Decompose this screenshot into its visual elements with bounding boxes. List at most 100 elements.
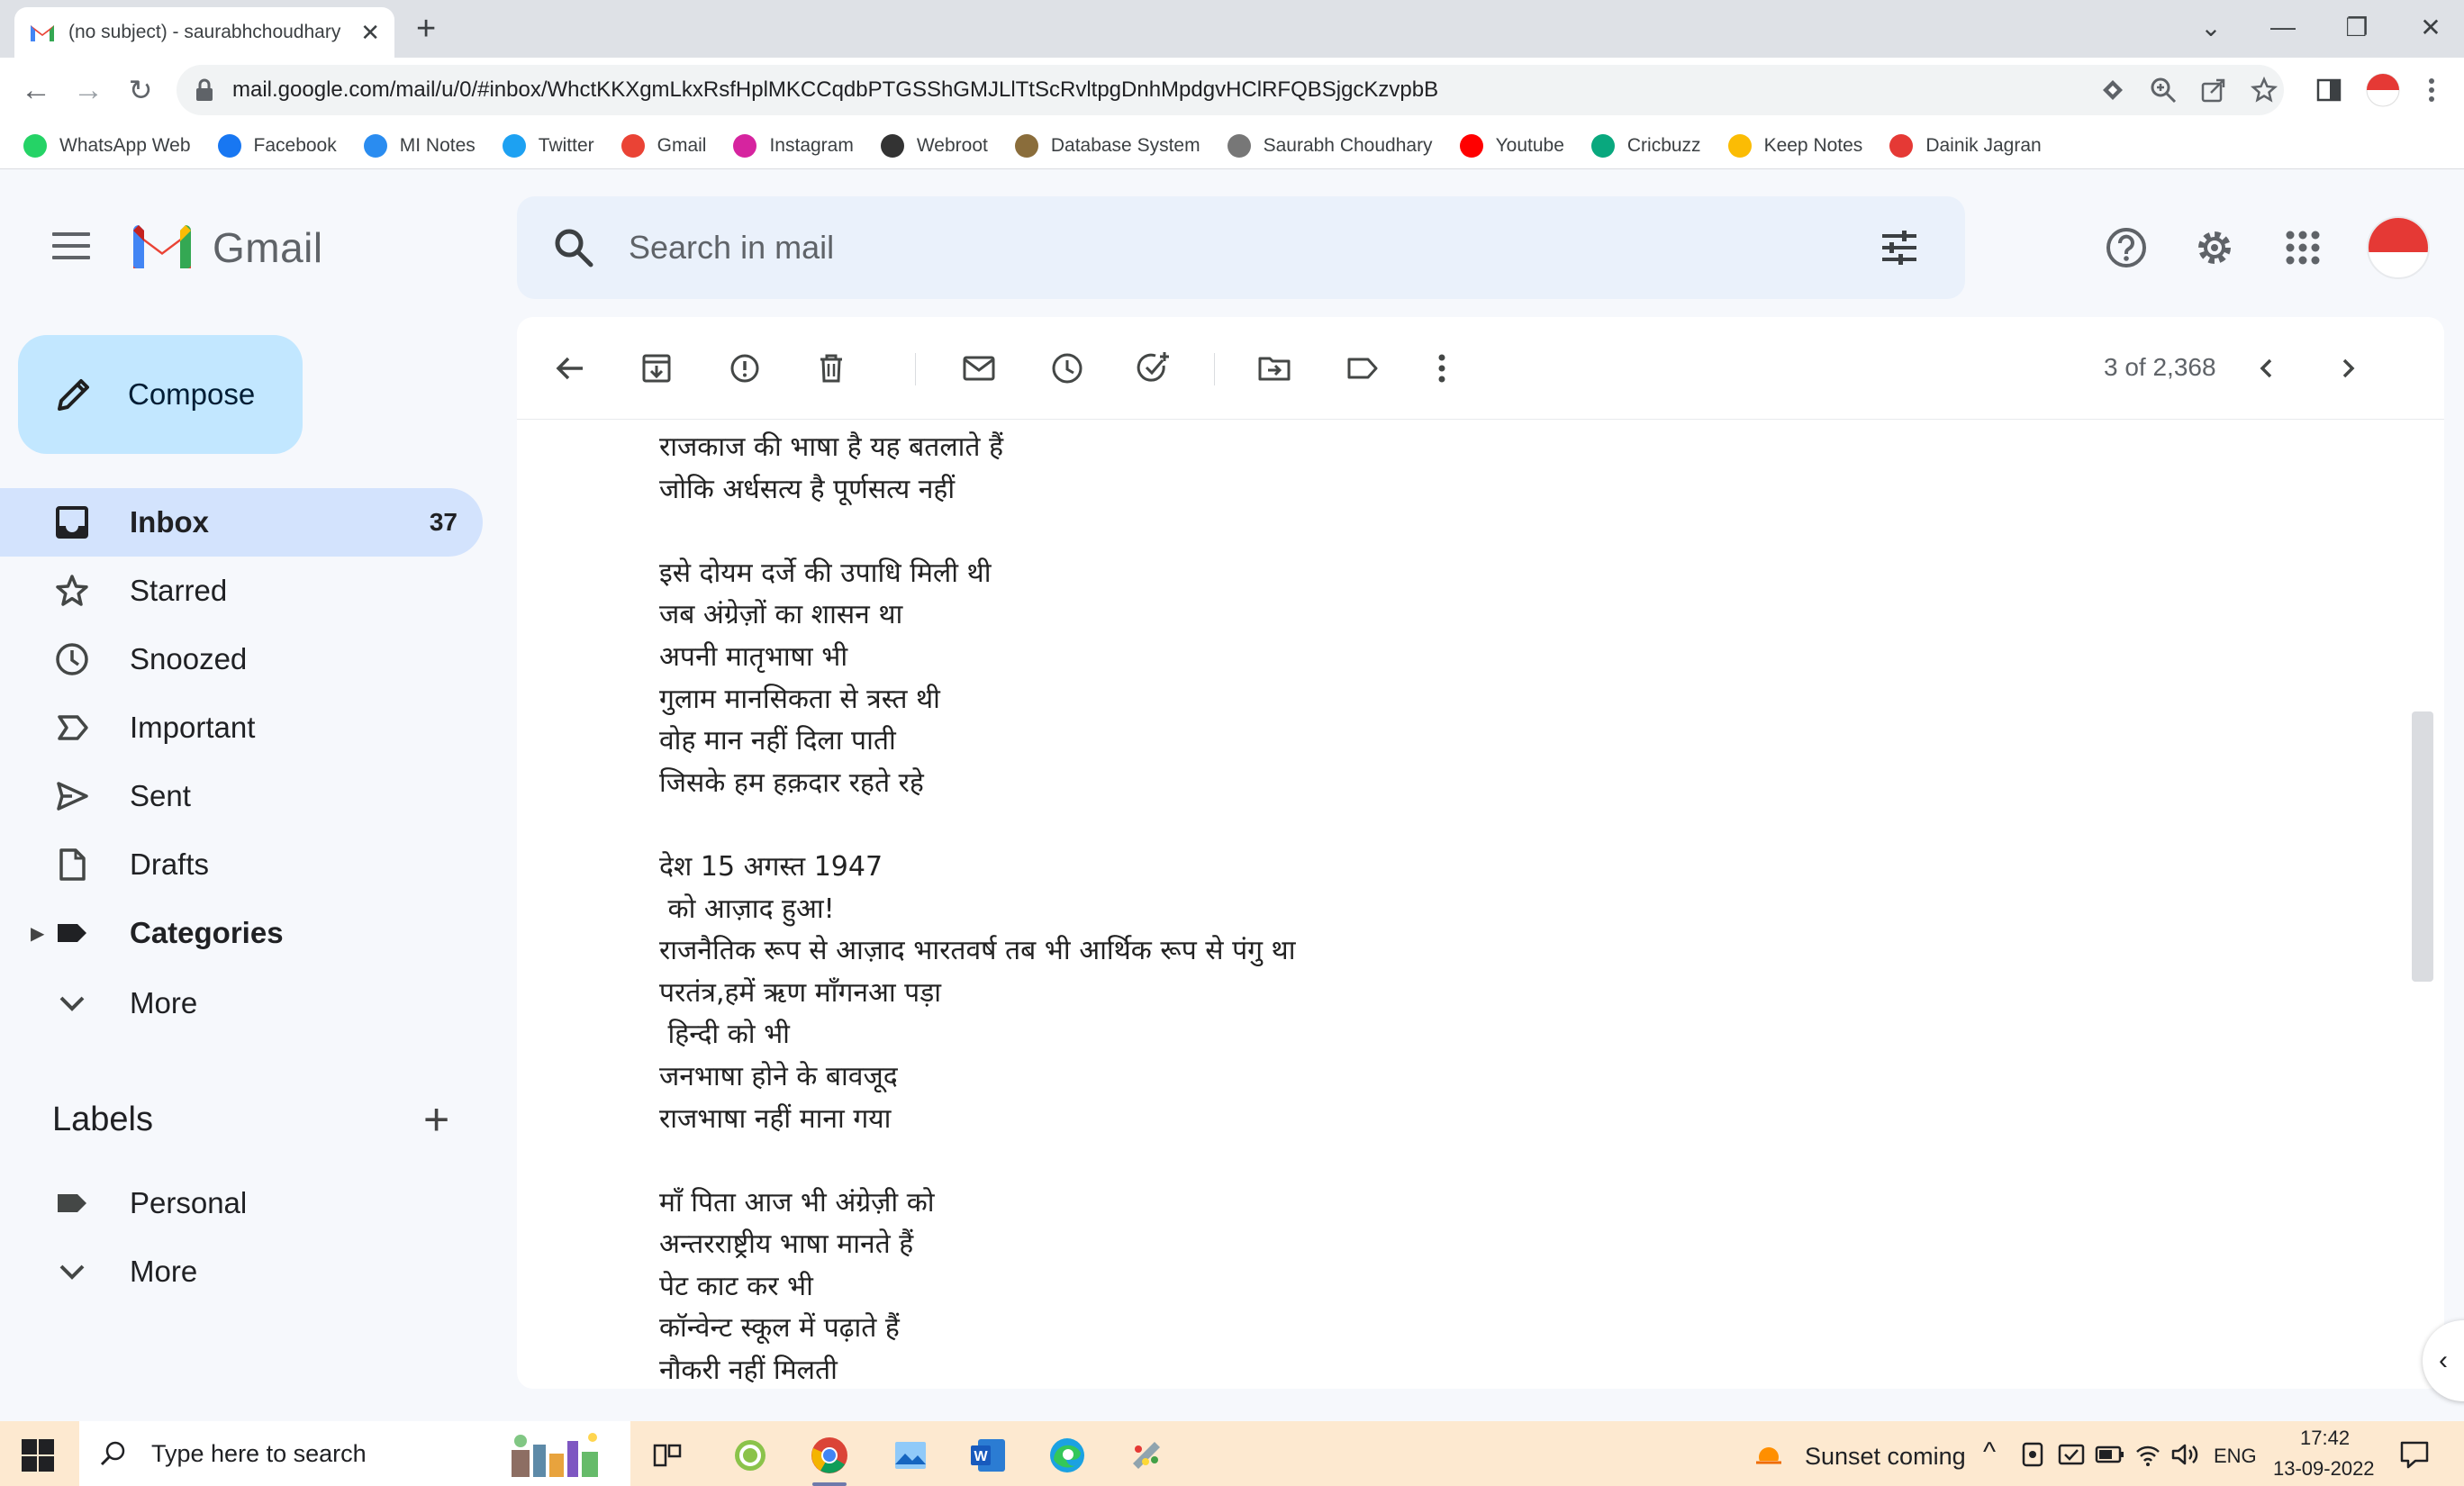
- archive-icon[interactable]: [636, 348, 677, 389]
- snooze-icon[interactable]: [1046, 348, 1088, 389]
- move-to-icon[interactable]: [1254, 348, 1295, 389]
- star-icon: [52, 571, 92, 611]
- report-spam-icon[interactable]: [724, 348, 765, 389]
- message-panel: 3 of 2,368 राजकाज की भाषा है यह बतलाते ह…: [517, 317, 2444, 1389]
- search-icon[interactable]: [551, 225, 596, 270]
- sidebar-item-label: Categories: [130, 916, 284, 949]
- help-icon[interactable]: [2102, 223, 2151, 272]
- labels-heading: Labels: [52, 1101, 153, 1138]
- sidebar-item-inbox[interactable]: Inbox 37: [0, 488, 483, 557]
- notifications-icon[interactable]: [2399, 1439, 2430, 1470]
- app-green-icon[interactable]: [717, 1430, 784, 1481]
- search-options-icon[interactable]: [1879, 227, 1920, 268]
- task-view-icon[interactable]: [634, 1430, 701, 1481]
- wifi-icon[interactable]: [2134, 1441, 2161, 1468]
- account-avatar[interactable]: [2367, 216, 2430, 279]
- volume-icon[interactable]: [2170, 1441, 2199, 1468]
- message-line: परतंत्र,हमें ऋण माँगनआ पड़ा: [659, 976, 942, 1009]
- bookmark-item[interactable]: Webroot: [880, 133, 988, 158]
- browser-menu-icon[interactable]: [2417, 76, 2446, 104]
- new-tab-button[interactable]: +: [416, 11, 436, 47]
- sunset-weather-icon[interactable]: [1753, 1437, 1785, 1470]
- search-bar[interactable]: Search in mail: [517, 196, 1965, 299]
- sidebar-item-more[interactable]: More: [0, 969, 483, 1037]
- bookmark-item[interactable]: Cricbuzz: [1590, 133, 1701, 158]
- zoom-icon[interactable]: [2149, 76, 2178, 104]
- whatsapp-icon: [23, 133, 47, 158]
- browser-tab[interactable]: (no subject) - saurabhchoudhary ✕: [14, 7, 394, 58]
- bookmark-item[interactable]: Facebook: [217, 133, 337, 158]
- scrollbar-thumb[interactable]: [2412, 711, 2433, 982]
- sidebar-item-important[interactable]: Important: [0, 693, 483, 762]
- profile-avatar-small[interactable]: [2365, 73, 2401, 107]
- tray-chevron-up-icon[interactable]: ^: [1983, 1437, 1996, 1468]
- compose-button[interactable]: Compose: [18, 335, 303, 454]
- sidebar-item-snoozed[interactable]: Snoozed: [0, 625, 483, 693]
- security-icon[interactable]: [2057, 1441, 2086, 1468]
- sidebar-label-personal[interactable]: Personal: [0, 1169, 483, 1237]
- side-panel-icon[interactable]: [2315, 76, 2343, 104]
- search-input[interactable]: Search in mail: [629, 229, 834, 267]
- sidebar-item-drafts[interactable]: Drafts: [0, 830, 483, 899]
- back-arrow-icon[interactable]: ←: [16, 70, 56, 110]
- bookmark-item[interactable]: WhatsApp Web: [23, 133, 191, 158]
- bookmark-item[interactable]: MI Notes: [363, 133, 476, 158]
- expand-caret-icon[interactable]: ▶: [31, 922, 44, 945]
- message-toolbar: 3 of 2,368: [517, 317, 2444, 420]
- delete-icon[interactable]: [811, 348, 852, 389]
- battery-icon[interactable]: [2095, 1443, 2125, 1466]
- add-label-button[interactable]: +: [423, 1097, 449, 1142]
- edge-taskbar-icon[interactable]: [1034, 1430, 1101, 1481]
- bookmark-item[interactable]: Twitter: [502, 133, 594, 158]
- apps-grid-icon[interactable]: [2278, 223, 2327, 272]
- language-indicator[interactable]: ENG: [2214, 1445, 2257, 1468]
- sidebar-item-starred[interactable]: Starred: [0, 557, 483, 625]
- close-window-button[interactable]: ✕: [2390, 0, 2464, 54]
- tab-search-icon[interactable]: ⌄: [2170, 0, 2251, 54]
- word-taskbar-icon[interactable]: W: [955, 1430, 1021, 1481]
- weather-text[interactable]: Sunset coming: [1805, 1443, 1966, 1471]
- restore-button[interactable]: ❐: [2316, 0, 2397, 54]
- bookmark-star-icon[interactable]: [2250, 76, 2278, 104]
- chrome-taskbar-icon[interactable]: [796, 1430, 863, 1486]
- paint-taskbar-icon[interactable]: [1113, 1430, 1180, 1481]
- mark-unread-icon[interactable]: [958, 348, 1000, 389]
- onedrive-icon[interactable]: [2019, 1441, 2046, 1468]
- extension-diamond-icon[interactable]: [2098, 76, 2127, 104]
- forward-arrow-icon[interactable]: →: [68, 70, 108, 110]
- older-chevron-right-icon[interactable]: [2327, 348, 2369, 389]
- newer-chevron-left-icon[interactable]: [2246, 348, 2287, 389]
- back-to-inbox-icon[interactable]: [549, 348, 591, 389]
- bookmark-item[interactable]: Gmail: [621, 133, 706, 158]
- reload-icon[interactable]: ↻: [121, 70, 160, 110]
- instagram-icon: [733, 133, 757, 158]
- sidebar-item-sent[interactable]: Sent: [0, 762, 483, 830]
- bookmark-item[interactable]: Database System: [1014, 133, 1200, 158]
- share-icon[interactable]: [2199, 76, 2228, 104]
- more-options-icon[interactable]: [1421, 348, 1463, 389]
- bookmark-item[interactable]: Instagram: [733, 133, 854, 158]
- lock-icon: [196, 78, 213, 101]
- label-as-icon[interactable]: [1342, 348, 1383, 389]
- settings-gear-icon[interactable]: [2190, 223, 2239, 272]
- clock-time[interactable]: 17:42: [2300, 1427, 2350, 1450]
- bookmark-item[interactable]: Saurabh Choudhary: [1227, 133, 1433, 158]
- taskbar-search-input[interactable]: Type here to search: [151, 1440, 367, 1468]
- bookmark-item[interactable]: Keep Notes: [1727, 133, 1862, 158]
- tab-close-icon[interactable]: ✕: [360, 19, 380, 47]
- minimize-button[interactable]: —: [2242, 0, 2324, 54]
- gmail-wordmark: Gmail: [213, 224, 323, 271]
- add-task-icon[interactable]: [1133, 348, 1174, 389]
- taskbar-search-box[interactable]: Type here to search: [79, 1421, 630, 1486]
- main-menu-icon[interactable]: [52, 232, 90, 263]
- facebook-icon: [217, 133, 241, 158]
- clock-date[interactable]: 13-09-2022: [2273, 1457, 2375, 1481]
- bookmark-item[interactable]: Dainik Jagran: [1889, 133, 2042, 158]
- bookmark-item[interactable]: Youtube: [1459, 133, 1564, 158]
- sidebar-labels-more[interactable]: More: [0, 1237, 483, 1306]
- address-bar[interactable]: mail.google.com/mail/u/0/#inbox/WhctKKXg…: [177, 65, 2284, 115]
- sidebar-item-categories[interactable]: ▶ Categories: [0, 899, 483, 967]
- photos-taskbar-icon[interactable]: [877, 1430, 944, 1481]
- windows-start-icon[interactable]: [20, 1437, 56, 1473]
